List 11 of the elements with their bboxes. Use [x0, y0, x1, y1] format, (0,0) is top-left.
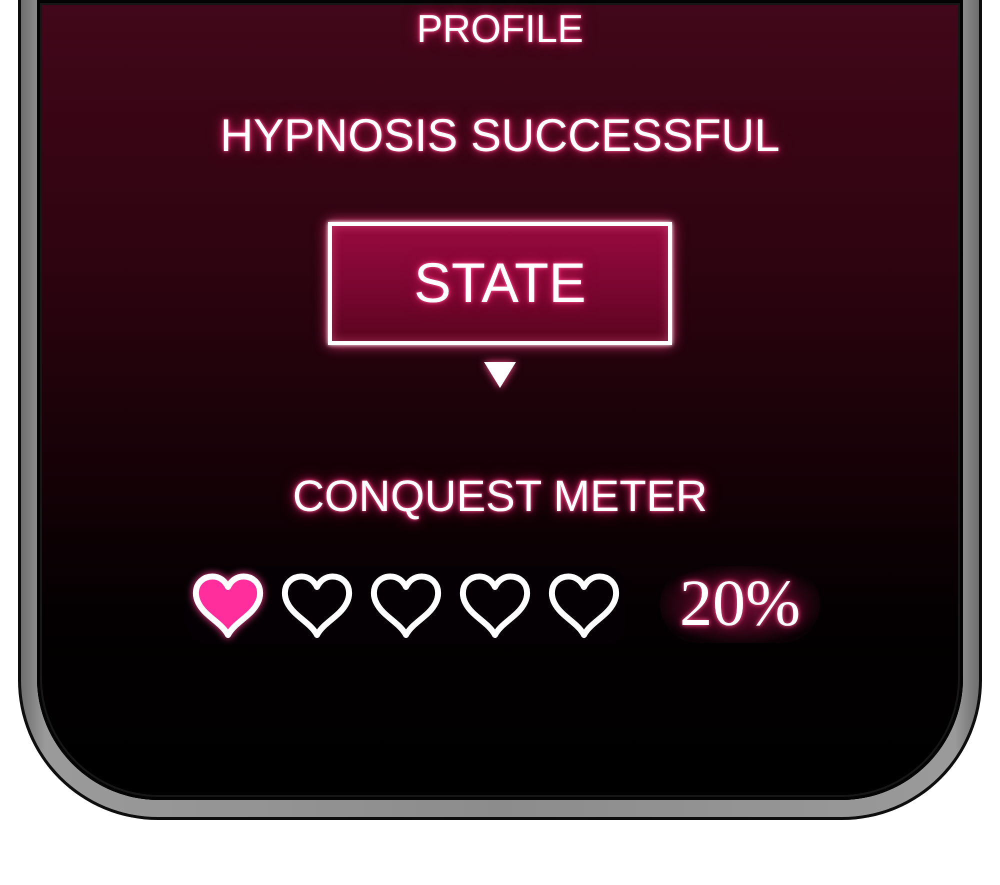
heart-icon: [280, 572, 352, 638]
caret-icon: [484, 362, 516, 388]
heart-icon: [458, 572, 530, 638]
meter-percentage: 20%: [660, 566, 820, 644]
meter-title: CONQUEST METER: [292, 470, 708, 523]
status-message: HYPNOSIS SUCCESSFUL: [220, 108, 780, 163]
screen-title: PROFILE: [416, 7, 584, 53]
heart-icon: [192, 572, 264, 638]
heart-icon: [548, 572, 620, 638]
heart-icon: [370, 572, 442, 638]
state-button[interactable]: STATE: [328, 222, 672, 345]
